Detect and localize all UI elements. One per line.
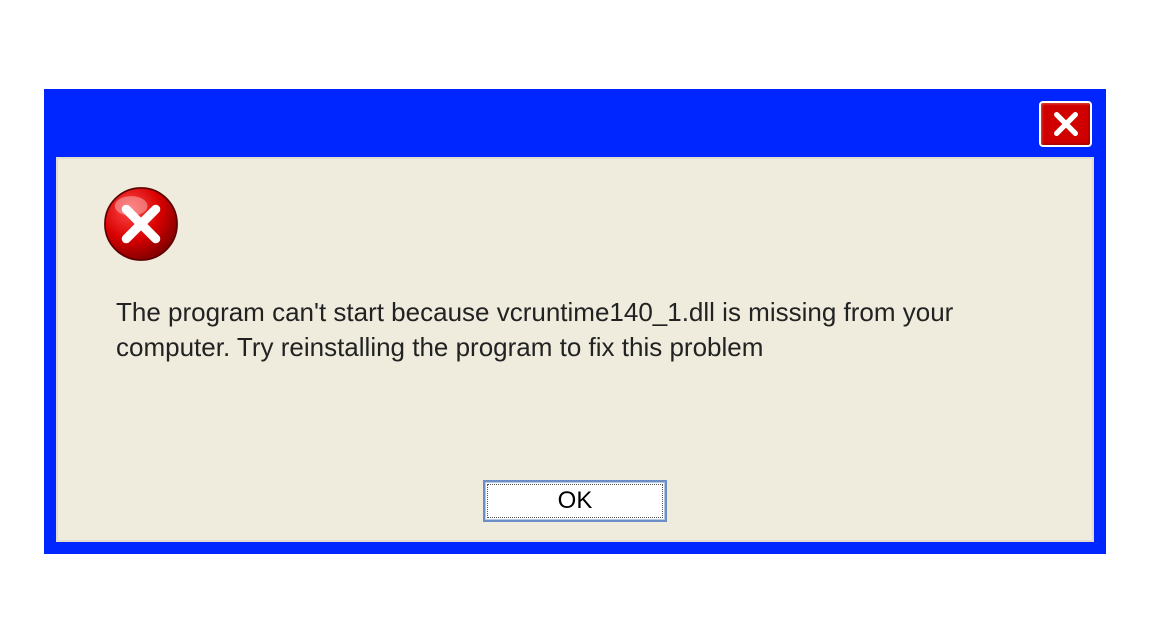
error-message: The program can't start because vcruntim… — [116, 295, 1036, 365]
close-button[interactable] — [1039, 101, 1092, 147]
titlebar — [46, 91, 1104, 157]
ok-button[interactable]: OK — [483, 480, 667, 522]
error-icon — [100, 183, 182, 265]
close-icon — [1052, 110, 1080, 138]
error-dialog-window: The program can't start because vcruntim… — [44, 89, 1106, 554]
button-row: OK — [58, 480, 1092, 522]
dialog-body: The program can't start because vcruntim… — [56, 157, 1094, 542]
